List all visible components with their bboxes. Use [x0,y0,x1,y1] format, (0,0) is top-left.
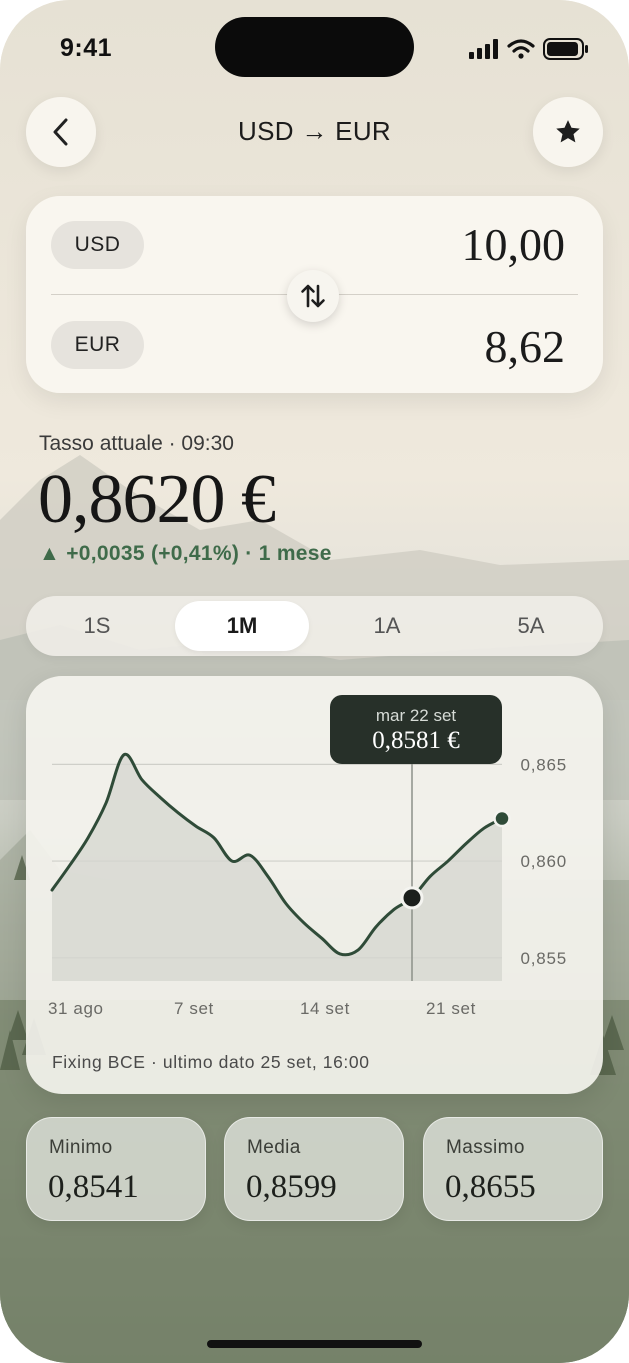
rate-label: Tasso attuale · 09:30 [39,432,234,455]
status-time: 9:41 [60,34,113,62]
swap-vertical-icon [301,284,325,308]
chart-highlight-point [400,886,424,910]
tab-1a[interactable]: 1A [320,601,454,651]
rate-chart[interactable]: 0,865 0,860 0,855 31 ago 7 set 14 set 21 set [26,676,603,1094]
tooltip-value: 0,8581 € [372,727,460,754]
y-tick-label: 0,855 [520,949,567,968]
x-tick-label: 31 ago [48,999,104,1018]
home-indicator [207,1340,422,1348]
stat-avg-card: Media 0,8599 [224,1117,404,1221]
stat-avg-value: 0,8599 [246,1169,337,1205]
tab-1m[interactable]: 1M [175,601,309,651]
x-tick-label: 21 set [426,999,476,1018]
tooltip-date: mar 22 set [375,706,457,725]
stat-max-card: Massimo 0,8655 [423,1117,603,1221]
chart-tooltip: mar 22 set 0,8581 € [330,695,502,764]
x-tick-label: 7 set [174,999,214,1018]
chart-area-fill [52,754,502,981]
stat-min-card: Minimo 0,8541 [26,1117,206,1221]
from-currency-selector[interactable]: USD [51,221,144,269]
star-icon [556,120,580,143]
chart-footnote: Fixing BCE · ultimo dato 25 set, 16:00 [52,1052,370,1072]
stat-max-value: 0,8655 [445,1169,536,1205]
stat-min-value: 0,8541 [48,1169,139,1205]
favorite-button[interactable] [533,97,603,167]
chart-last-point [493,809,511,828]
rate-change: ▲ +0,0035 (+0,41%) · 1 mese [39,542,332,565]
stat-avg-label: Media [247,1137,301,1158]
signal-icon [469,39,498,59]
phone-screen: 9:41 USD → EUR USD 10,00 EUR 8,62 Tasso … [0,0,629,1363]
rate-value: 0,8620 € [38,461,276,538]
dynamic-island [215,17,414,77]
to-currency-selector[interactable]: EUR [51,321,144,369]
x-tick-label: 14 set [300,999,350,1018]
stat-min-label: Minimo [49,1137,113,1158]
battery-icon [543,38,588,60]
tab-5a[interactable]: 5A [464,601,598,651]
stat-max-label: Massimo [446,1137,525,1158]
y-tick-label: 0,865 [520,755,567,774]
period-tabs: 1S 1M 1A 5A [26,596,603,656]
tab-1s[interactable]: 1S [30,601,164,651]
y-tick-label: 0,860 [520,852,567,871]
swap-button[interactable] [287,270,339,322]
to-amount-value: 8,62 [484,321,566,372]
from-amount-input[interactable]: 10,00 [462,218,566,271]
status-icons [469,38,589,60]
wifi-icon [507,39,535,59]
chart-card: 0,865 0,860 0,855 31 ago 7 set 14 set 21 set m… [26,676,603,1094]
converter-card: USD 10,00 EUR 8,62 [26,196,603,393]
